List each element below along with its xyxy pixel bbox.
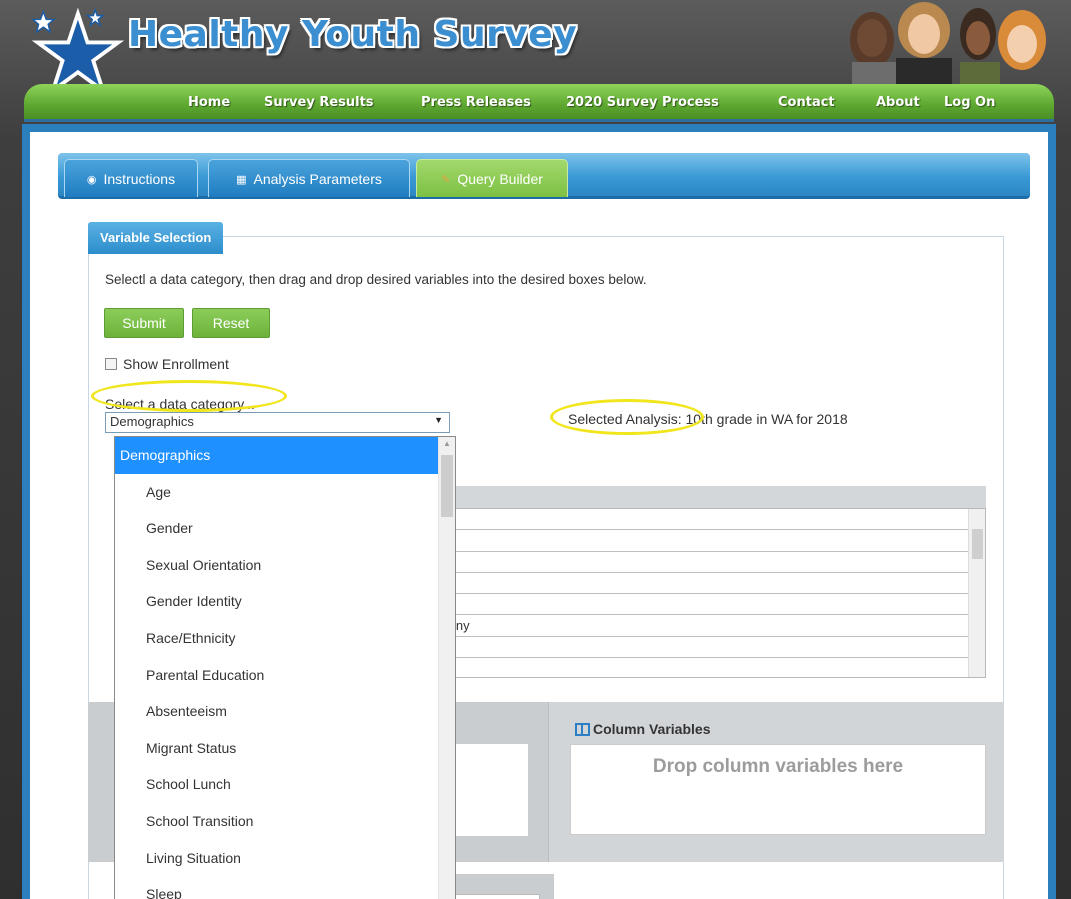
column-variables-drop-zone[interactable]: Drop column variables here: [570, 744, 986, 835]
category-select-value: Demographics: [110, 414, 194, 429]
list-item[interactable]: [443, 530, 968, 552]
info-icon: ◉: [86, 174, 97, 186]
dropdown-item-school-lunch[interactable]: School Lunch: [115, 766, 455, 803]
grid-icon: ▦: [236, 174, 247, 186]
dropdown-item-race-ethnicity[interactable]: Race/Ethnicity: [115, 620, 455, 657]
show-enrollment-label: Show Enrollment: [123, 356, 229, 372]
category-prompt: Select a data category...: [105, 396, 255, 412]
category-dropdown-list[interactable]: Demographics Age Gender Sexual Orientati…: [114, 436, 456, 899]
nav-home[interactable]: Home: [188, 95, 230, 110]
dropdown-item-school-transition[interactable]: School Transition: [115, 803, 455, 840]
dropdown-scrollbar[interactable]: ▲: [438, 437, 455, 899]
tab-analysis-parameters[interactable]: ▦ Analysis Parameters: [208, 159, 410, 197]
list-item[interactable]: [443, 573, 968, 595]
tab-query-builder-label: Query Builder: [457, 171, 543, 187]
variable-list-scrollbar[interactable]: [968, 509, 985, 677]
tab-instructions-label: Instructions: [103, 171, 176, 187]
scroll-up-icon[interactable]: ▲: [443, 439, 451, 448]
variable-selection-header: Variable Selection: [88, 222, 224, 254]
scrollbar-thumb[interactable]: [441, 455, 453, 517]
show-enrollment-row: Show Enrollment: [105, 356, 229, 372]
reset-button[interactable]: Reset: [192, 308, 270, 338]
dropdown-item-sexual-orientation[interactable]: Sexual Orientation: [115, 547, 455, 584]
nav-log-on[interactable]: Log On: [944, 95, 995, 110]
selected-analysis-label: Selected Analysis:: [568, 411, 682, 427]
main-nav: Home Survey Results Press Releases 2020 …: [24, 84, 1054, 122]
dropdown-group-demographics[interactable]: Demographics: [115, 437, 455, 474]
dropdown-item-parental-education[interactable]: Parental Education: [115, 657, 455, 694]
edit-icon: ✎: [441, 174, 451, 186]
nav-2020-survey-process[interactable]: 2020 Survey Process: [566, 95, 719, 110]
dropdown-item-gender[interactable]: Gender: [115, 510, 455, 547]
content-panel: ◉ Instructions ▦ Analysis Parameters ✎ Quer…: [22, 124, 1056, 899]
dropdown-arrow-icon: ▼: [434, 415, 443, 425]
dropdown-item-migrant-status[interactable]: Migrant Status: [115, 730, 455, 767]
nav-press-releases[interactable]: Press Releases: [421, 95, 531, 110]
category-select[interactable]: Demographics ▼: [105, 412, 450, 433]
list-item[interactable]: [443, 637, 968, 659]
variable-list[interactable]: iny: [442, 508, 986, 678]
students-photo-icon: [850, 2, 1046, 90]
nav-about[interactable]: About: [876, 95, 920, 110]
list-item[interactable]: iny: [443, 615, 968, 637]
column-variables-label: Column Variables: [593, 721, 711, 737]
dropdown-item-sleep[interactable]: Sleep: [115, 876, 455, 899]
list-item[interactable]: [443, 552, 968, 573]
list-item[interactable]: [443, 509, 968, 531]
tab-instructions[interactable]: ◉ Instructions: [64, 159, 198, 197]
list-item[interactable]: [443, 658, 968, 677]
lower-input[interactable]: [442, 894, 540, 899]
nav-survey-results[interactable]: Survey Results: [264, 95, 374, 110]
instructions-text: Selectl a data category, then drag and d…: [105, 272, 647, 287]
tab-analysis-parameters-label: Analysis Parameters: [253, 171, 382, 187]
list-item[interactable]: [443, 594, 968, 616]
site-header: Healthy Youth Survey Home Survey Results…: [0, 0, 1071, 122]
dropdown-item-age[interactable]: Age: [115, 474, 455, 511]
show-enrollment-checkbox[interactable]: [105, 358, 117, 370]
dropdown-item-living-situation[interactable]: Living Situation: [115, 840, 455, 877]
selected-analysis: Selected Analysis: 10th grade in WA for …: [568, 411, 848, 427]
site-title[interactable]: Healthy Youth Survey: [128, 14, 577, 55]
submit-button[interactable]: Submit: [104, 308, 184, 338]
tab-bar: ◉ Instructions ▦ Analysis Parameters ✎ Quer…: [58, 153, 1030, 199]
column-variables-title: Column Variables: [575, 721, 710, 737]
dropdown-item-absenteeism[interactable]: Absenteeism: [115, 693, 455, 730]
tab-query-builder[interactable]: ✎ Query Builder: [416, 159, 568, 197]
selected-analysis-value: 10th grade in WA for 2018: [685, 411, 848, 427]
columns-icon: [575, 723, 590, 736]
variable-list-header: [442, 486, 986, 508]
scrollbar-thumb[interactable]: [972, 529, 983, 559]
nav-contact[interactable]: Contact: [778, 95, 835, 110]
dropdown-item-gender-identity[interactable]: Gender Identity: [115, 583, 455, 620]
